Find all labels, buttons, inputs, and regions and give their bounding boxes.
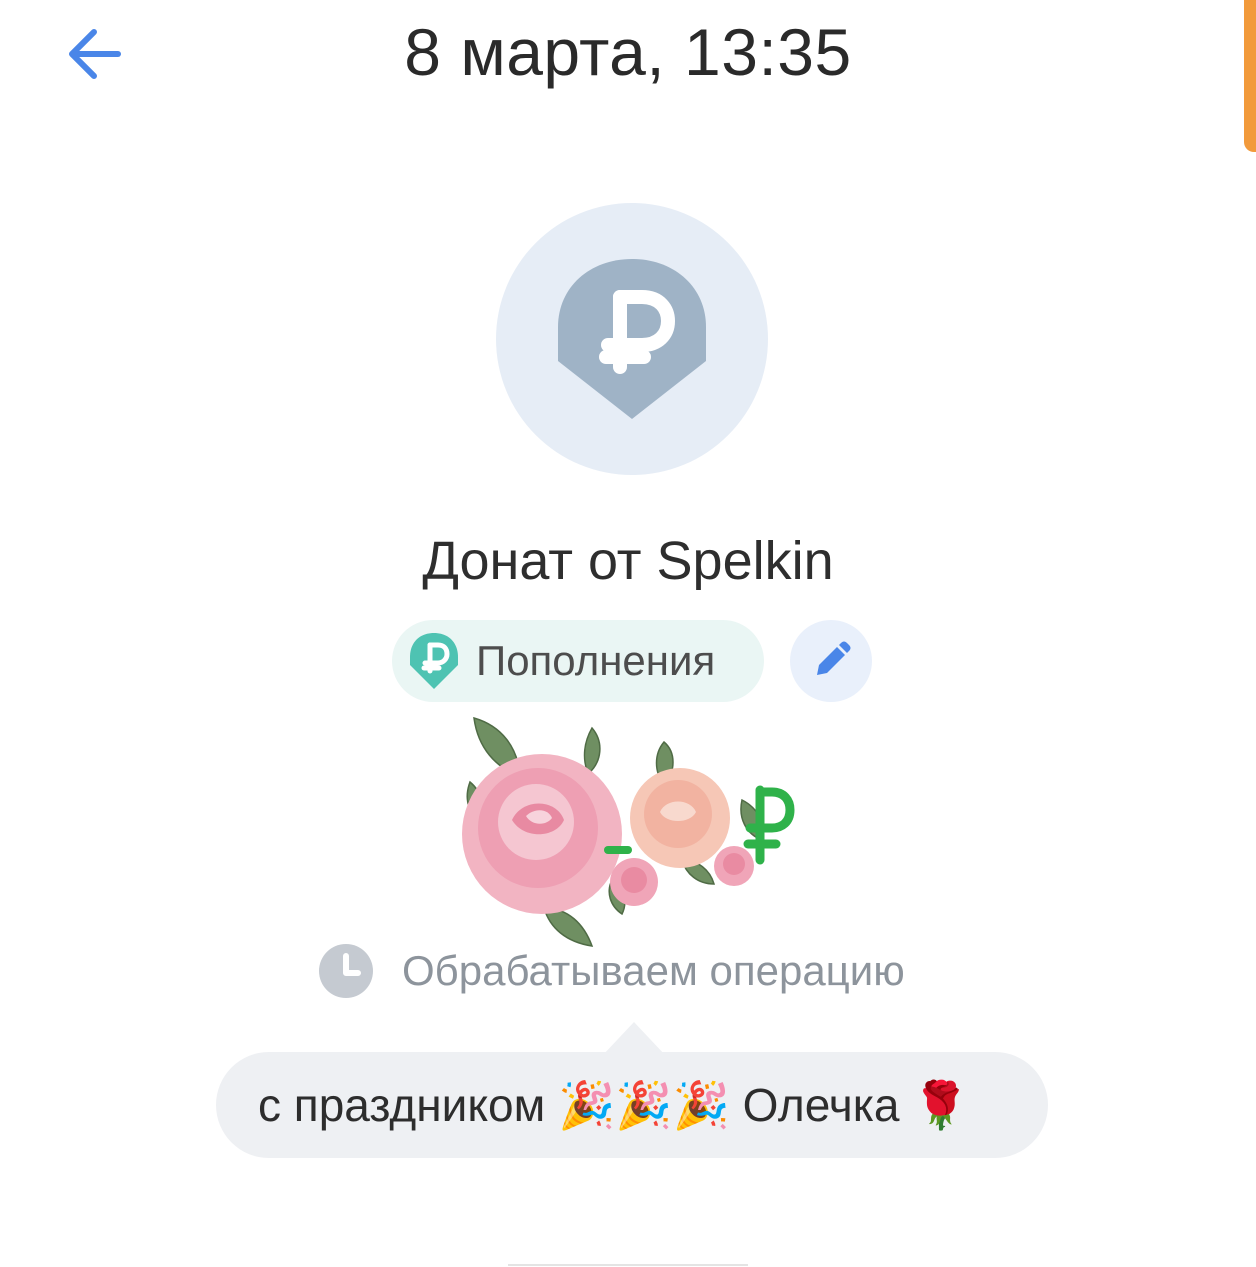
ruble-shield-icon bbox=[558, 259, 706, 419]
message-text: с праздником 🎉🎉🎉 Олечка 🌹 bbox=[258, 1079, 970, 1131]
ruble-badge-icon bbox=[410, 633, 458, 689]
status-text: Обрабатываем операцию bbox=[402, 947, 905, 994]
bubble-tail bbox=[602, 1022, 666, 1056]
message-bubble: с праздником 🎉🎉🎉 Олечка 🌹 bbox=[216, 1052, 1048, 1158]
operation-avatar bbox=[496, 203, 768, 475]
status-row: Обрабатываем операцию bbox=[318, 942, 905, 1000]
edge-accent bbox=[1244, 0, 1256, 152]
operation-title: Донат от Spelkin bbox=[422, 531, 834, 591]
category-label: Пополнения bbox=[476, 637, 716, 684]
roses-sticker bbox=[452, 712, 802, 952]
clock-icon bbox=[319, 944, 373, 998]
category-chip[interactable]: Пополнения bbox=[392, 620, 764, 702]
page-title: 8 марта, 13:35 bbox=[404, 15, 852, 89]
edit-category-button[interactable] bbox=[790, 620, 872, 702]
divider bbox=[508, 1264, 748, 1266]
pencil-icon bbox=[817, 641, 851, 675]
